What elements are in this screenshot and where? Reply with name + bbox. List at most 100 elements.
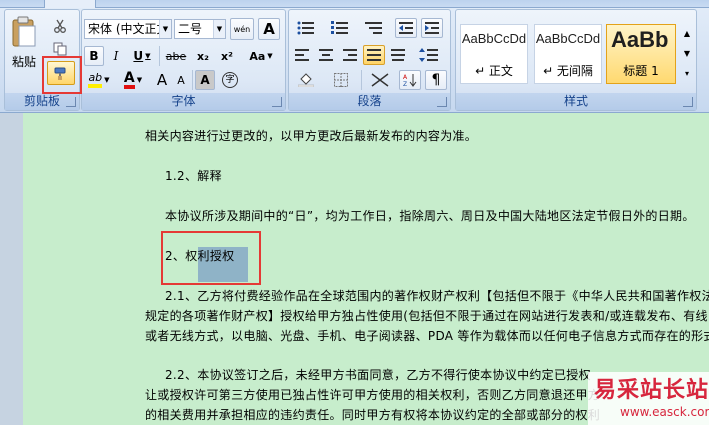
bold-label: B [89,49,99,63]
style-sample: AaBbCcDd [535,31,601,46]
style-heading-1[interactable]: AaBb 标题 1 [606,24,676,84]
enclose-char-button[interactable]: 字 [219,70,241,90]
font-color-button[interactable]: A ▼ [118,70,148,90]
borders-button[interactable] [325,70,357,90]
styles-group: AaBbCcDd ↵ 正文 AaBbCcDd ↵ 无间隔 AaBb 标题 1 ▲… [455,9,697,111]
paragraph-group: A Z ¶ 段落 [288,9,451,111]
grow-font-label: A [156,71,168,89]
decrease-indent-button[interactable] [395,18,417,38]
distributed-button[interactable] [387,45,409,65]
paste-label: 粘贴 [11,55,36,69]
phonetic-guide-button[interactable]: wén [230,18,254,40]
align-right-button[interactable] [339,45,361,65]
bullets-button[interactable] [291,18,321,38]
chinese-layout-button[interactable] [365,70,395,90]
strikethrough-button[interactable]: abe [162,46,190,66]
watermark-title: 易采站长站 [594,377,709,403]
char-border-button[interactable]: A [258,18,280,40]
char-shading-button[interactable]: A [195,70,215,90]
char-border-label: A [263,20,275,38]
style-name: 标题 1 [623,64,659,78]
shading-button[interactable] [291,70,321,90]
paint-bucket-icon [298,73,314,87]
highlight-button[interactable]: ab ▼ [84,70,114,90]
align-left-icon [295,49,309,61]
show-marks-button[interactable]: ¶ [425,70,447,90]
italic-button[interactable]: I [106,46,126,66]
gallery-down-button[interactable]: ▼ [680,44,694,62]
change-case-button[interactable]: Aa ▼ [242,46,280,66]
grow-font-button[interactable]: A [152,70,172,90]
distributed-icon [391,49,405,61]
line-spacing-button[interactable] [413,45,445,65]
divider [192,70,193,90]
underline-button[interactable]: U ▼ [128,46,156,66]
style-no-spacing[interactable]: AaBbCcDd ↵ 无间隔 [534,24,602,84]
numbering-button[interactable] [325,18,355,38]
paragraph-line: 2.2、本协议签订之后，未经甲方书面同意，乙方不得行使本协议中约定已授权 [165,368,591,382]
paragraph-line: 或者无线方式，以电脑、光盘、手机、电子阅读器、PDA 等作为载体而以任何电子信息… [145,329,709,343]
font-color-label: A [123,71,135,89]
gallery-more-button[interactable]: ▾ [680,64,694,82]
section-heading: 1.2、解释 [165,169,222,183]
strikethrough-label: abe [165,49,187,63]
multilevel-list-icon [365,22,382,34]
char-shading-label: A [200,73,210,87]
italic-label: I [113,49,119,63]
chevron-down-icon[interactable]: ▼ [137,76,142,84]
gallery-up-button[interactable]: ▲ [680,24,694,42]
styles-dialog-launcher[interactable] [683,97,693,107]
align-right-icon [343,49,357,61]
style-normal[interactable]: AaBbCcDd ↵ 正文 [460,24,528,84]
change-case-label: Aa [249,49,266,63]
subscript-button[interactable]: x₂ [192,46,214,66]
justify-button[interactable] [363,45,385,65]
expand-icon: ▾ [684,68,689,78]
chevron-down-icon[interactable]: ▼ [104,76,109,84]
increase-indent-icon [425,22,439,34]
font-dialog-launcher[interactable] [272,97,282,107]
highlight-icon: ab [88,72,103,88]
style-sample: AaBb [611,27,669,52]
paragraph-line: 规定的各项著作财产权】授权给甲方独占性使用(包括但不限于通过在网站进行发表和/或… [145,309,708,323]
paragraph-line: 的相关费用并承担相应的违约责任。同时甲方有权将本协议约定的全部或部分的权利 [145,408,601,422]
ribbon: 粘贴 剪贴板 宋体 (中文正文) ▼ 二号 ▼ wén A B I U ▼ ab… [0,0,709,113]
watermark-url: www.easck.com [620,405,709,419]
ribbon-tab-strip [0,0,709,8]
copy-icon [53,42,67,56]
phonetic-label: wén [233,24,251,34]
paragraph-line: 相关内容进行过更改的，以甲方更改后最新发布的内容为准。 [145,129,478,143]
font-name-combo[interactable]: 宋体 (中文正文) ▼ [84,19,172,39]
clipboard-dialog-launcher[interactable] [66,97,76,107]
chevron-down-icon[interactable]: ▼ [267,52,272,60]
paste-icon [12,16,36,47]
chevron-down-icon[interactable]: ▼ [159,20,171,38]
align-left-button[interactable] [291,45,313,65]
align-center-button[interactable] [315,45,337,65]
tab-home[interactable] [44,0,96,8]
subscript-label: x₂ [197,49,209,63]
chevron-down-icon: ▼ [683,48,691,58]
shrink-font-button[interactable]: A [172,70,190,90]
chevron-down-icon[interactable]: ▼ [213,20,225,38]
style-sample: AaBbCcDd [461,31,527,46]
superscript-button[interactable]: x² [216,46,238,66]
chinese-layout-icon [371,73,389,87]
chevron-down-icon[interactable]: ▼ [145,52,150,60]
divider [361,70,362,90]
font-size-combo[interactable]: 二号 ▼ [174,19,226,39]
border-grid-icon [334,73,348,87]
svg-text:A: A [403,74,408,81]
paragraph-dialog-launcher[interactable] [437,97,447,107]
multilevel-list-button[interactable] [359,18,389,38]
site-watermark: 易采站长站 www.easck.com [588,372,709,425]
superscript-label: x² [221,49,233,63]
sort-button[interactable]: A Z [399,70,421,90]
bold-button[interactable]: B [84,46,104,66]
increase-indent-button[interactable] [421,18,443,38]
cut-button[interactable] [49,16,71,36]
styles-group-label: 样式 [456,93,696,110]
decrease-indent-icon [399,22,413,34]
paste-button[interactable]: 粘贴 [7,14,41,76]
shrink-font-label: A [177,73,185,87]
